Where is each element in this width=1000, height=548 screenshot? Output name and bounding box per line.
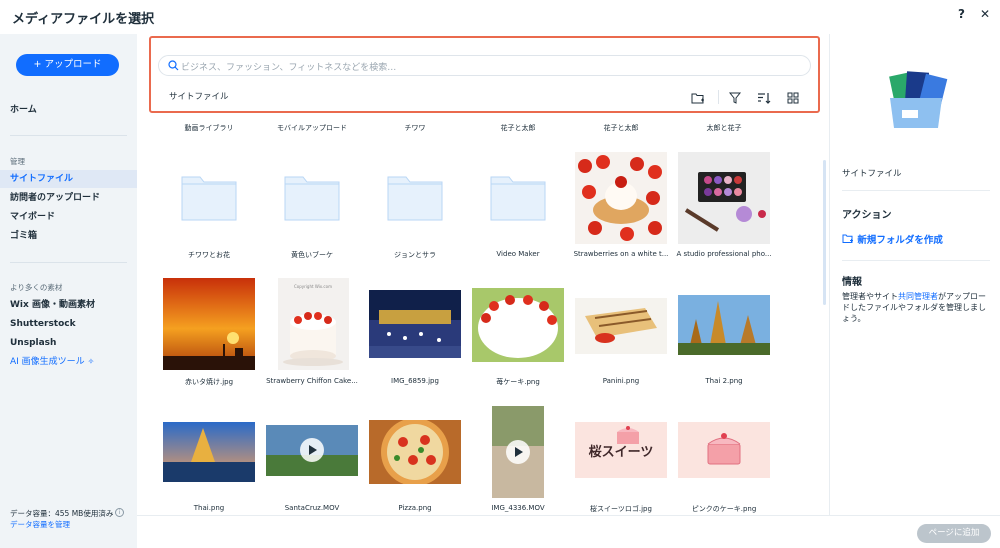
sort-icon[interactable]: [757, 91, 771, 105]
upload-button[interactable]: + アップロード: [16, 54, 119, 76]
close-button[interactable]: ✕: [980, 7, 990, 21]
sidebar-item-site-files[interactable]: サイトファイル: [0, 170, 137, 188]
storage-usage: データ容量：455 MB使用済み: [10, 509, 114, 518]
info-text: 管理者やサイト共同管理者がアップロードしたファイルやフォルダを管理しましょう。: [842, 291, 992, 324]
item-label: Panini.png: [602, 377, 640, 385]
sidebar-item-trash[interactable]: ゴミ箱: [0, 227, 137, 245]
strawberry-cake-image[interactable]: Copyright Wix.com: [278, 278, 349, 370]
strawberry-ring-cake-image[interactable]: [472, 288, 564, 362]
folder-plus-icon: [842, 234, 853, 243]
folder-icon[interactable]: [387, 173, 443, 221]
item-label: SantaCruz.MOV: [284, 504, 340, 512]
play-icon[interactable]: [506, 440, 530, 464]
item-label: チワワとお花: [188, 251, 230, 259]
search-icon: [168, 60, 179, 71]
item-label: Thai 2.png: [705, 377, 743, 385]
info-icon[interactable]: i: [115, 508, 124, 517]
manage-section-label: 管理: [10, 157, 25, 166]
item-label: チワワ: [404, 124, 426, 132]
item-label: 花子と太郎: [500, 124, 536, 132]
item-label: 花子と太郎: [603, 124, 639, 132]
strawberry-tart-image[interactable]: [575, 152, 667, 244]
sparkle-icon: ✧: [87, 357, 95, 366]
sidebar-divider: [10, 262, 127, 263]
sidebar: + アップロード ホーム 管理 サイトファイル 訪問者のアップロード マイボード…: [0, 34, 137, 548]
folder-icon[interactable]: [490, 173, 546, 221]
sidebar-item-ai-generator[interactable]: AI 画像生成ツール ✧: [0, 353, 137, 371]
sidebar-item-shutterstock[interactable]: Shutterstock: [0, 315, 137, 333]
bangkok-temple-image[interactable]: [163, 422, 255, 482]
panini-image[interactable]: [575, 298, 667, 354]
item-label: 黄色いブーケ: [291, 251, 333, 259]
makeup-palette-image[interactable]: [678, 152, 770, 244]
item-label: モバイルアップロード: [277, 124, 347, 132]
sidebar-divider: [10, 135, 127, 136]
item-label: 赤いタ焼け.jpg: [184, 378, 234, 386]
sakura-sweets-logo-image[interactable]: 桜スイーツ: [575, 422, 667, 478]
folder-icon[interactable]: [284, 173, 340, 221]
item-label: 苺ケーキ.png: [496, 378, 540, 386]
panel-divider: [842, 260, 990, 261]
co-admin-link[interactable]: 共同管理者: [898, 292, 938, 301]
logo-text: 桜スイーツ: [588, 445, 654, 460]
pink-cake-image[interactable]: [678, 422, 770, 478]
search-toolbar-highlight: ビジネス、ファッション、フィットネスなどを検索… サイトファイル: [149, 36, 820, 113]
item-label: 桜スイーツロゴ.jpg: [590, 505, 652, 513]
folder-icon[interactable]: [181, 173, 237, 221]
more-media-section-label: より多くの素材: [10, 283, 63, 292]
new-folder-icon[interactable]: [691, 91, 705, 105]
pizza-image[interactable]: [369, 420, 461, 484]
dialog-header: メディアファイルを選択 ? ✕: [0, 0, 1000, 34]
item-label: A studio professional pho...: [676, 250, 772, 258]
add-to-page-button[interactable]: ページに追加: [917, 524, 991, 543]
sidebar-item-my-boards[interactable]: マイボード: [0, 208, 137, 226]
help-button[interactable]: ?: [958, 7, 965, 21]
sidebar-item-visitor-uploads[interactable]: 訪問者のアップロード: [0, 189, 137, 207]
cake-icon: [707, 433, 741, 465]
item-label: ジョンとサラ: [394, 251, 436, 259]
img4336-video-thumbnail[interactable]: [492, 406, 544, 498]
filter-icon[interactable]: [728, 91, 742, 105]
sidebar-item-unsplash[interactable]: Unsplash: [0, 334, 137, 352]
item-label: ピンクのケーキ.png: [691, 505, 757, 513]
sidebar-item-home[interactable]: ホーム: [0, 101, 137, 119]
manage-storage-link[interactable]: データ容量を管理: [10, 519, 70, 530]
media-grid-area: ビジネス、ファッション、フィットネスなどを検索… サイトファイル 動画ライブラリ…: [137, 34, 829, 515]
actions-heading: アクション: [842, 210, 892, 221]
dialog-title: メディアファイルを選択: [12, 12, 155, 27]
site-files-illustration: [889, 71, 948, 128]
dialog-footer: ページに追加: [137, 515, 1000, 548]
breadcrumb: サイトファイル: [169, 92, 229, 102]
panel-divider: [842, 190, 990, 191]
media-picker-dialog: メディアファイルを選択 ? ✕ + アップロード ホーム 管理 サイトファイル …: [0, 0, 1000, 548]
toolbar-divider: [718, 90, 719, 104]
night-city-image[interactable]: [369, 290, 461, 358]
item-label: 動画ライブラリ: [184, 124, 234, 132]
scrollbar[interactable]: [823, 160, 826, 305]
panel-title: サイトファイル: [842, 169, 902, 179]
item-label: IMG_6859.jpg: [391, 377, 439, 385]
sunset-image[interactable]: [163, 278, 255, 370]
item-label: Strawberries on a white t...: [573, 250, 669, 258]
thai-temple-image[interactable]: [678, 295, 770, 355]
item-label: 太郎と花子: [706, 124, 742, 132]
santacruz-video-thumbnail[interactable]: [266, 425, 358, 476]
info-panel: サイトファイル アクション 新規フォルダを作成 情報 管理者やサイト共同管理者が…: [829, 34, 1000, 515]
item-label: IMG_4336.MOV: [491, 504, 545, 512]
create-folder-label: 新規フォルダを作成: [857, 235, 943, 246]
ai-generator-label: AI 画像生成ツール: [10, 357, 85, 367]
grid-view-icon[interactable]: [786, 91, 800, 105]
sidebar-item-wix-media[interactable]: Wix 画像・動画素材: [0, 296, 137, 314]
play-icon[interactable]: [300, 438, 324, 462]
item-label: Video Maker: [496, 250, 540, 258]
item-label: Thai.png: [193, 504, 225, 512]
item-label: Strawberry Chiffon Cake...: [266, 377, 358, 385]
create-folder-link[interactable]: 新規フォルダを作成: [842, 232, 943, 246]
search-placeholder: ビジネス、ファッション、フィットネスなどを検索…: [181, 63, 397, 73]
info-text-part1: 管理者やサイト: [842, 292, 898, 301]
cake-image-caption: Copyright Wix.com: [294, 284, 332, 289]
info-heading: 情報: [842, 277, 862, 288]
search-input[interactable]: ビジネス、ファッション、フィットネスなどを検索…: [158, 55, 811, 76]
item-label: Pizza.png: [398, 504, 432, 512]
